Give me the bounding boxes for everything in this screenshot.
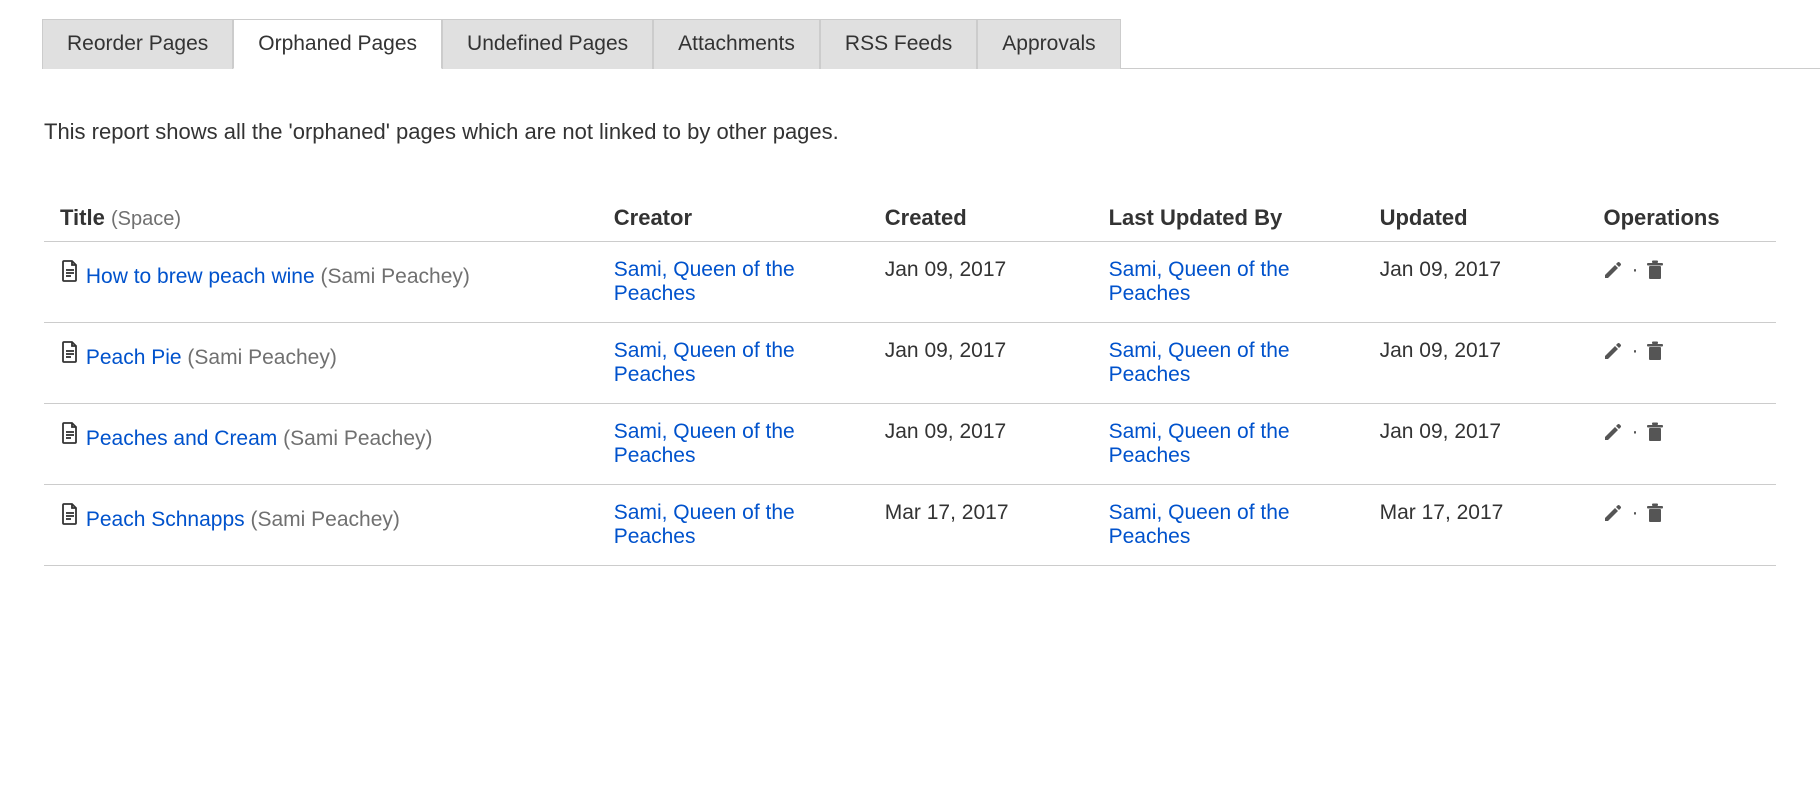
operation-separator: · <box>1631 501 1638 525</box>
tab-orphaned-pages[interactable]: Orphaned Pages <box>233 19 442 69</box>
operation-separator: · <box>1631 339 1638 363</box>
table-row: Peach Pie (Sami Peachey) Sami, Queen of t… <box>44 323 1776 404</box>
creator-link[interactable]: Sami, Queen of the Peaches <box>614 501 795 548</box>
orphaned-pages-table: Title (Space) Creator Created Last Updat… <box>44 195 1776 566</box>
tab-attachments[interactable]: Attachments <box>653 19 820 69</box>
tab-rss-feeds[interactable]: RSS Feeds <box>820 19 977 69</box>
creator-link[interactable]: Sami, Queen of the Peaches <box>614 339 795 386</box>
page-icon <box>60 258 80 282</box>
space-name: (Sami Peachey) <box>187 346 336 369</box>
space-name: (Sami Peachey) <box>250 508 399 531</box>
delete-icon[interactable] <box>1646 422 1664 442</box>
created-date: Jan 09, 2017 <box>869 242 1093 323</box>
edit-icon[interactable] <box>1603 503 1623 523</box>
updated-date: Jan 09, 2017 <box>1364 404 1588 485</box>
col-header-creator: Creator <box>598 195 869 242</box>
updated-date: Mar 17, 2017 <box>1364 485 1588 566</box>
creator-link[interactable]: Sami, Queen of the Peaches <box>614 420 795 467</box>
page-icon <box>60 501 80 525</box>
edit-icon[interactable] <box>1603 260 1623 280</box>
page-title-link[interactable]: Peaches and Cream <box>86 427 277 450</box>
tab-bar: Reorder PagesOrphaned PagesUndefined Pag… <box>42 18 1820 69</box>
table-row: Peach Schnapps (Sami Peachey) Sami, Queen… <box>44 485 1776 566</box>
created-date: Mar 17, 2017 <box>869 485 1093 566</box>
edit-icon[interactable] <box>1603 422 1623 442</box>
space-name: (Sami Peachey) <box>283 427 432 450</box>
updated-date: Jan 09, 2017 <box>1364 242 1588 323</box>
created-date: Jan 09, 2017 <box>869 323 1093 404</box>
space-name: (Sami Peachey) <box>320 265 469 288</box>
col-header-updated: Updated <box>1364 195 1588 242</box>
table-row: How to brew peach wine (Sami Peachey) Sam… <box>44 242 1776 323</box>
operation-separator: · <box>1631 420 1638 444</box>
tab-undefined-pages[interactable]: Undefined Pages <box>442 19 653 69</box>
edit-icon[interactable] <box>1603 341 1623 361</box>
col-header-operations: Operations <box>1587 195 1776 242</box>
page-title-link[interactable]: Peach Schnapps <box>86 508 245 531</box>
col-header-created: Created <box>869 195 1093 242</box>
tab-reorder-pages[interactable]: Reorder Pages <box>42 19 233 69</box>
updated-date: Jan 09, 2017 <box>1364 323 1588 404</box>
delete-icon[interactable] <box>1646 260 1664 280</box>
updated-by-link[interactable]: Sami, Queen of the Peaches <box>1109 420 1290 467</box>
page-title-link[interactable]: Peach Pie <box>86 346 182 369</box>
operation-separator: · <box>1631 258 1638 282</box>
page-title-link[interactable]: How to brew peach wine <box>86 265 315 288</box>
table-row: Peaches and Cream (Sami Peachey) Sami, Qu… <box>44 404 1776 485</box>
created-date: Jan 09, 2017 <box>869 404 1093 485</box>
delete-icon[interactable] <box>1646 341 1664 361</box>
col-header-updated-by: Last Updated By <box>1093 195 1364 242</box>
updated-by-link[interactable]: Sami, Queen of the Peaches <box>1109 339 1290 386</box>
delete-icon[interactable] <box>1646 503 1664 523</box>
page-icon <box>60 420 80 444</box>
updated-by-link[interactable]: Sami, Queen of the Peaches <box>1109 258 1290 305</box>
report-description: This report shows all the 'orphaned' pag… <box>44 119 1776 145</box>
tab-approvals[interactable]: Approvals <box>977 19 1120 69</box>
creator-link[interactable]: Sami, Queen of the Peaches <box>614 258 795 305</box>
col-header-title: Title (Space) <box>44 195 598 242</box>
updated-by-link[interactable]: Sami, Queen of the Peaches <box>1109 501 1290 548</box>
page-icon <box>60 339 80 363</box>
